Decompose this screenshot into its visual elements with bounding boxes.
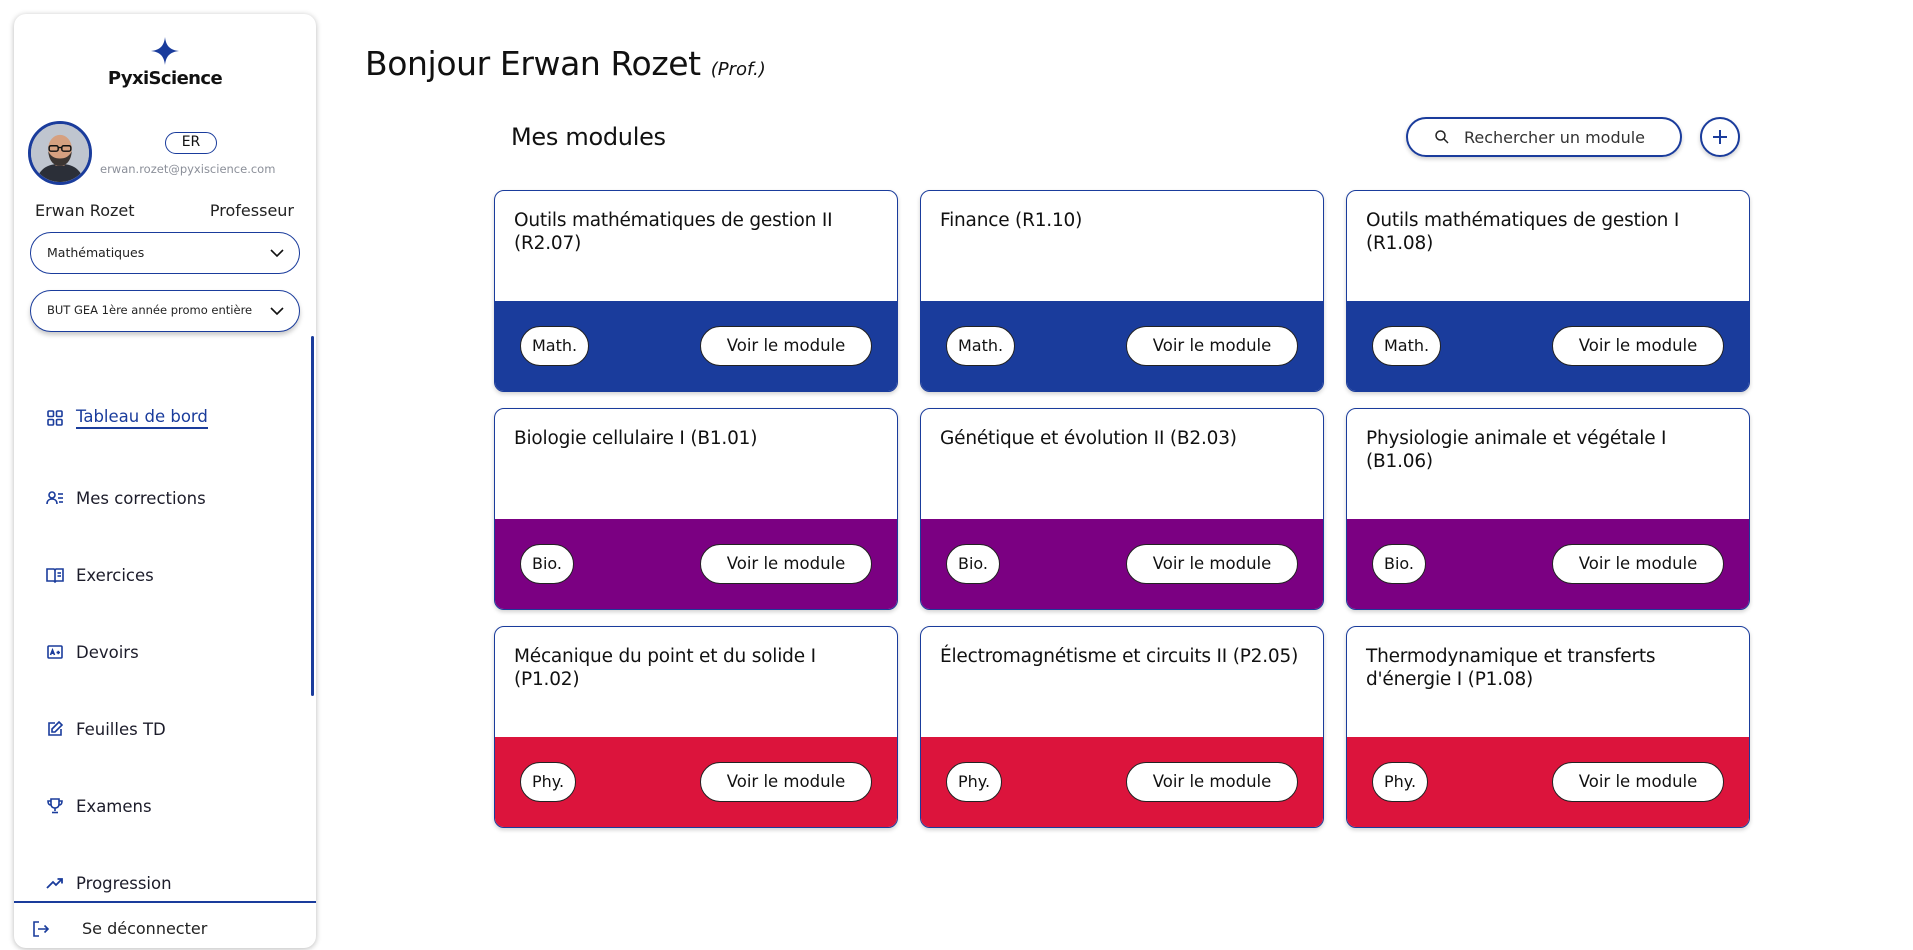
- nav-item-dashboard[interactable]: Tableau de bord: [46, 404, 208, 432]
- chevron-down-icon: [270, 307, 284, 316]
- module-category-band: Phy. Voir le module: [495, 737, 897, 827]
- nav-item-label: Progression: [76, 873, 172, 893]
- view-module-button[interactable]: Voir le module: [1552, 762, 1724, 802]
- view-module-button[interactable]: Voir le module: [1552, 326, 1724, 366]
- search-placeholder: Rechercher un module: [1464, 127, 1646, 147]
- nav-item-exams[interactable]: Examens: [46, 792, 152, 820]
- corrections-icon: [46, 491, 63, 505]
- subject-select[interactable]: Mathématiques: [30, 232, 300, 274]
- nav-item-exercises[interactable]: Exercices: [46, 561, 154, 589]
- module-card[interactable]: Thermodynamique et transferts d'énergie …: [1346, 626, 1750, 828]
- view-module-button[interactable]: Voir le module: [700, 544, 872, 584]
- nav-scrollbar[interactable]: [311, 336, 314, 696]
- edit-sheet-icon: [48, 720, 64, 736]
- trend-up-icon: [46, 878, 63, 889]
- module-title: Outils mathématiques de gestion II (R2.0…: [514, 210, 833, 254]
- user-email: erwan.rozet@pyxiscience.com: [100, 162, 276, 176]
- module-card[interactable]: Outils mathématiques de gestion I (R1.08…: [1346, 190, 1750, 392]
- group-select-value: BUT GEA 1ère année promo entière: [47, 303, 253, 317]
- user-initials-badge: ER: [165, 132, 217, 154]
- module-tag: Bio.: [520, 544, 575, 584]
- group-select[interactable]: BUT GEA 1ère année promo entière: [30, 290, 300, 332]
- modules-title: Mes modules: [511, 123, 666, 151]
- module-title: Thermodynamique et transferts d'énergie …: [1366, 646, 1656, 690]
- module-search-input[interactable]: Rechercher un module: [1406, 117, 1682, 157]
- nav-item-label: Feuilles TD: [76, 719, 166, 739]
- module-tag: Phy.: [1372, 762, 1429, 802]
- module-tag: Bio.: [946, 544, 1001, 584]
- nav-item-label: Tableau de bord: [76, 407, 208, 429]
- module-card[interactable]: Outils mathématiques de gestion II (R2.0…: [494, 190, 898, 392]
- module-category-band: Bio. Voir le module: [1347, 519, 1749, 609]
- brand-name: PyxiScience: [107, 68, 223, 89]
- user-name: Erwan Rozet: [35, 201, 135, 220]
- nav-item-progress[interactable]: Progression: [46, 869, 172, 897]
- divider: [14, 901, 316, 903]
- add-module-button[interactable]: [1700, 117, 1740, 157]
- view-module-button[interactable]: Voir le module: [700, 326, 872, 366]
- module-card[interactable]: Biologie cellulaire I (B1.01) Bio. Voir le…: [494, 408, 898, 610]
- nav-item-label: Mes corrections: [76, 488, 206, 508]
- search-icon: [1435, 130, 1449, 144]
- module-category-band: Phy. Voir le module: [921, 737, 1323, 827]
- star-logo-icon: [151, 37, 179, 65]
- module-card[interactable]: Mécanique du point et du solide I (P1.02…: [494, 626, 898, 828]
- module-tag: Math.: [946, 326, 1016, 366]
- module-tag: Phy.: [946, 762, 1003, 802]
- module-category-band: Phy. Voir le module: [1347, 737, 1749, 827]
- module-category-band: Math. Voir le module: [921, 301, 1323, 391]
- plus-icon: [1713, 130, 1727, 144]
- avatar-photo: [31, 124, 89, 182]
- chevron-down-icon: [270, 249, 284, 258]
- module-title: Finance (R1.10): [940, 210, 1083, 231]
- module-tag: Phy.: [520, 762, 577, 802]
- assignment-icon: [47, 645, 63, 659]
- user-role: Professeur: [209, 201, 294, 220]
- nav-item-homework[interactable]: Devoirs: [46, 638, 139, 666]
- greeting-role: (Prof.): [710, 59, 766, 80]
- nav-item-label: Devoirs: [76, 642, 139, 662]
- nav-item-label: Exercices: [76, 565, 154, 585]
- book-icon: [46, 568, 64, 584]
- logout-button[interactable]: Se déconnecter: [32, 919, 207, 938]
- module-card[interactable]: Physiologie animale et végétale I (B1.06…: [1346, 408, 1750, 610]
- module-tag: Math.: [520, 326, 590, 366]
- sidebar: PyxiScience ER erwan.rozet@pyxiscience.c…: [14, 14, 316, 948]
- module-title: Biologie cellulaire I (B1.01): [514, 428, 758, 449]
- view-module-button[interactable]: Voir le module: [1552, 544, 1724, 584]
- module-tag: Math.: [1372, 326, 1442, 366]
- nav-item-worksheets[interactable]: Feuilles TD: [46, 715, 166, 743]
- logo[interactable]: PyxiScience: [14, 36, 316, 89]
- avatar[interactable]: [28, 121, 92, 185]
- module-title: Génétique et évolution II (B2.03): [940, 428, 1237, 449]
- module-category-band: Bio. Voir le module: [921, 519, 1323, 609]
- logout-label: Se déconnecter: [82, 919, 208, 938]
- greeting-text: Bonjour Erwan Rozet: [365, 44, 701, 83]
- module-category-band: Math. Voir le module: [495, 301, 897, 391]
- module-title: Outils mathématiques de gestion I (R1.08…: [1366, 210, 1680, 254]
- logout-icon: [33, 920, 50, 937]
- view-module-button[interactable]: Voir le module: [1126, 326, 1298, 366]
- module-tag: Bio.: [1372, 544, 1427, 584]
- trophy-icon: [47, 798, 63, 814]
- module-card[interactable]: Finance (R1.10) Math. Voir le module: [920, 190, 1324, 392]
- module-category-band: Bio. Voir le module: [495, 519, 897, 609]
- module-title: Mécanique du point et du solide I (P1.02…: [514, 646, 816, 690]
- modules-grid: Outils mathématiques de gestion II (R2.0…: [494, 190, 1750, 828]
- module-title: Physiologie animale et végétale I (B1.06…: [1366, 428, 1667, 472]
- module-category-band: Math. Voir le module: [1347, 301, 1749, 391]
- page-greeting: Bonjour Erwan Rozet (Prof.): [365, 44, 766, 83]
- view-module-button[interactable]: Voir le module: [1126, 762, 1298, 802]
- module-card[interactable]: Électromagnétisme et circuits II (P2.05)…: [920, 626, 1324, 828]
- dashboard-icon: [47, 410, 63, 426]
- module-card[interactable]: Génétique et évolution II (B2.03) Bio. Voi…: [920, 408, 1324, 610]
- nav-item-label: Examens: [76, 796, 152, 816]
- view-module-button[interactable]: Voir le module: [1126, 544, 1298, 584]
- subject-select-value: Mathématiques: [47, 245, 145, 260]
- view-module-button[interactable]: Voir le module: [700, 762, 872, 802]
- nav-item-corrections[interactable]: Mes corrections: [46, 484, 206, 512]
- module-title: Électromagnétisme et circuits II (P2.05): [940, 646, 1299, 667]
